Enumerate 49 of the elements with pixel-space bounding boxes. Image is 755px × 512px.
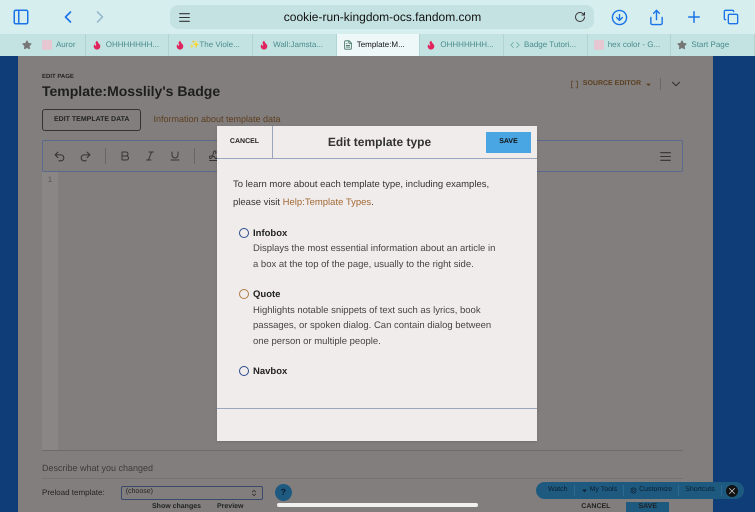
option-label: Infobox — [253, 227, 288, 241]
favicon-icon — [594, 40, 604, 50]
signature-icon[interactable] — [208, 150, 220, 162]
star-icon — [22, 40, 32, 50]
caret-icon — [580, 487, 588, 494]
flame-icon — [92, 40, 102, 50]
address-bar[interactable]: cookie-run-kingdom-ocs.fandom.com — [170, 5, 594, 29]
template-data-link[interactable]: Information about template data — [153, 113, 281, 127]
document-icon — [342, 40, 353, 50]
new-tab-icon[interactable] — [685, 8, 703, 26]
undo-icon[interactable] — [53, 150, 66, 162]
reload-icon[interactable] — [574, 11, 586, 23]
italic-icon[interactable] — [144, 150, 156, 162]
underline-icon[interactable] — [169, 150, 181, 162]
flame-icon — [426, 40, 436, 50]
summary-field[interactable]: Describe what you changed — [42, 462, 154, 476]
favicon-icon — [42, 40, 52, 50]
close-icon[interactable] — [726, 484, 738, 496]
flame-icon — [175, 40, 186, 50]
option-description: Displays the most essential information about an article in a box at the top of the page, usually to the right side. — [253, 242, 496, 272]
browser-tab[interactable]: Template:M... — [336, 34, 420, 56]
share-icon[interactable] — [648, 8, 665, 26]
star-icon — [677, 40, 688, 50]
help-link[interactable]: Help:Template Types — [282, 196, 372, 208]
radio-button[interactable] — [239, 228, 249, 238]
download-icon[interactable] — [611, 8, 628, 26]
bold-icon[interactable] — [119, 150, 131, 162]
select-arrows-icon — [250, 488, 258, 496]
radio-button[interactable] — [239, 366, 249, 376]
option-label: Navbox — [253, 365, 288, 379]
page-title: Template:Mosslily's Badge — [42, 82, 220, 100]
url-text: cookie-run-kingdom-ocs.fandom.com — [282, 9, 482, 26]
option-description: Highlights notable snippets of text such as lyrics, book passages, or spoken dialog. Can contain dialog between one person or multiple people. — [253, 304, 492, 348]
help-button[interactable]: ? — [274, 484, 292, 501]
caret-icon — [645, 80, 652, 88]
tabs-overview-icon[interactable] — [723, 9, 739, 25]
flame-icon — [259, 40, 270, 50]
code-icon — [510, 40, 520, 50]
option-label: Quote — [253, 288, 282, 302]
brackets-icon — [570, 80, 579, 88]
redo-icon[interactable] — [79, 150, 92, 162]
preload-label: Preload template: — [42, 486, 105, 498]
menu-icon[interactable] — [659, 150, 672, 162]
intro-text: To learn more about each template type, including examples, please visit Help:Template Types. — [233, 178, 490, 210]
radio-button[interactable] — [239, 289, 249, 300]
gear-icon — [630, 487, 638, 494]
sidebar-icon[interactable] — [12, 8, 30, 26]
reader-icon[interactable] — [178, 10, 191, 24]
dialog-title: Edit template type — [326, 134, 432, 151]
